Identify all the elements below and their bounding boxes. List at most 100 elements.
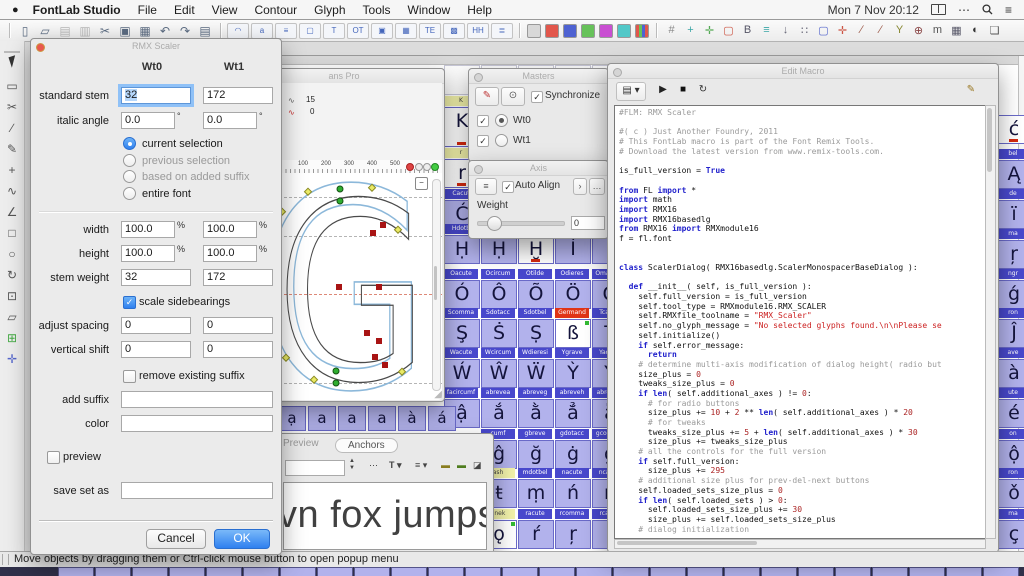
radio-previous-selection[interactable]: previous selection xyxy=(123,154,230,168)
glyph-name-header[interactable]: abrevea xyxy=(481,388,515,398)
ruler-button-icon[interactable] xyxy=(423,163,431,171)
glyph-cell[interactable]: Ṡ xyxy=(481,319,517,348)
save-icon[interactable]: ▤ xyxy=(55,24,75,38)
stem-weight-wt1-input[interactable]: 172 xyxy=(203,269,273,286)
menu-edit[interactable]: Edit xyxy=(174,3,195,17)
glyph-cell[interactable]: Õ xyxy=(518,280,554,309)
menu-app-name[interactable]: FontLab Studio xyxy=(33,3,121,17)
axis-menu-icon[interactable]: ≡ xyxy=(475,178,497,195)
copy-icon[interactable]: ▣ xyxy=(115,24,135,38)
scale-tool[interactable]: ⊡ xyxy=(3,287,21,305)
glyph-cell[interactable]: ń xyxy=(555,479,591,508)
edit-mask-icon[interactable]: ✎ xyxy=(475,87,499,106)
glyph-cell[interactable]: Ą xyxy=(996,160,1024,189)
weight-slider-thumb[interactable] xyxy=(487,216,502,231)
glyph-name-header[interactable]: Wcircum xyxy=(481,348,515,358)
glyph-name-header[interactable]: Ocircum xyxy=(481,269,515,279)
vertical-shift-wt1-input[interactable]: 0 xyxy=(203,341,273,358)
glyph-cell[interactable]: Ḥ xyxy=(481,235,517,264)
glyph-cell[interactable]: ắ xyxy=(481,399,517,428)
ellipse-tool[interactable]: ○ xyxy=(3,245,21,263)
glyph-cell[interactable]: ŗ xyxy=(555,520,591,549)
selection-box-icon[interactable]: ▢ xyxy=(719,24,738,37)
rotate-tool[interactable]: ↻ xyxy=(3,266,21,284)
measure-tool[interactable]: ∕ xyxy=(3,119,21,137)
code-horizontal-scrollbar[interactable] xyxy=(614,539,986,549)
glyph-cell[interactable]: Ĵ xyxy=(996,319,1024,348)
glyph-cell[interactable]: Ỳ xyxy=(555,359,591,388)
glyph-cell[interactable]: Ẃ xyxy=(444,359,480,388)
glyph-cell[interactable]: ġ xyxy=(555,440,591,469)
glyph-cell[interactable]: ğ xyxy=(518,440,554,469)
apple-menu-icon[interactable]: ● xyxy=(12,4,19,16)
preview-checkbox[interactable] xyxy=(47,451,60,464)
glyph-cell[interactable]: ộ xyxy=(996,440,1024,469)
width-wt0-input[interactable]: 100.0 xyxy=(121,221,175,238)
display-icon[interactable] xyxy=(931,4,946,15)
glyph-name-header[interactable]: facircumf xyxy=(444,388,478,398)
weight-value[interactable]: 0 xyxy=(571,216,605,230)
copy-box-icon[interactable]: ❏ xyxy=(985,24,1004,37)
print-icon[interactable]: ▤ xyxy=(195,24,215,38)
resize-grip[interactable]: ◢ xyxy=(434,389,442,400)
text-size-icon[interactable]: T ▾ xyxy=(389,460,402,471)
glyph-name-header[interactable]: ave xyxy=(996,348,1024,358)
wt1-radio[interactable] xyxy=(495,134,508,147)
glyph-cell[interactable]: ŗ xyxy=(996,240,1024,269)
guides-icon[interactable]: + xyxy=(681,24,700,37)
glyph-cell[interactable]: ŕ xyxy=(518,520,554,549)
glyph-cell[interactable]: a xyxy=(308,406,336,431)
glyph-cell[interactable]: ǒ xyxy=(996,479,1024,508)
preview-text-input[interactable] xyxy=(285,460,345,476)
frame-icon[interactable]: ▢ xyxy=(814,24,833,37)
glyph-cell[interactable]: ằ xyxy=(518,399,554,428)
curve-alt-icon[interactable]: ∕ xyxy=(871,24,890,37)
glyph-name-header[interactable]: ute xyxy=(996,388,1024,398)
masters-titlebar[interactable]: Masters xyxy=(469,69,608,84)
preview-panel[interactable]: Preview Anchors ▲▼ ⋯ T ▾ ≡ ▾ ▬ ▬ ◪ vn fo… xyxy=(276,433,494,555)
cut-icon[interactable]: ✂ xyxy=(95,24,115,38)
menu-contour[interactable]: Contour xyxy=(254,3,297,17)
panel-button-4[interactable]: ▢ xyxy=(299,23,321,39)
table-icon[interactable]: ▦ xyxy=(947,24,966,37)
add-tangent-tool[interactable]: ∠ xyxy=(3,203,21,221)
glyph-cell[interactable]: Ḥ xyxy=(444,235,480,264)
glyph-cell[interactable]: ṃ xyxy=(518,479,554,508)
auto-align-checkbox[interactable] xyxy=(502,181,514,193)
save-all-icon[interactable]: ▥ xyxy=(75,24,95,38)
glyph-name-header[interactable]: Sdotbel xyxy=(518,308,552,318)
tab-anchors[interactable]: Anchors xyxy=(335,438,398,453)
panel-button-9[interactable]: TE xyxy=(419,23,441,39)
glyph-cell[interactable]: ß xyxy=(555,319,591,348)
canvas-scrollbar[interactable] xyxy=(432,179,441,391)
standard-stem-wt1-input[interactable]: 172 xyxy=(203,87,273,104)
italic-angle-wt1-input[interactable]: 0.0 xyxy=(203,112,257,129)
stop-macro-icon[interactable]: ■ xyxy=(672,82,694,99)
glyph-name-header[interactable]: ma xyxy=(996,509,1024,519)
vertical-shift-wt0-input[interactable]: 0 xyxy=(121,341,191,358)
width-wt1-input[interactable]: 100.0 xyxy=(203,221,257,238)
glyph-name-header[interactable]: ron xyxy=(996,468,1024,478)
glyph-name-header[interactable]: ngr xyxy=(996,269,1024,279)
preview-text-area[interactable]: vn fox jumps xyxy=(283,482,487,550)
color-input[interactable] xyxy=(121,415,273,432)
axis-titlebar[interactable]: Axis xyxy=(469,161,608,176)
cross-icon[interactable]: ✛ xyxy=(833,24,852,37)
italic-angle-wt0-input[interactable]: 0.0 xyxy=(121,112,175,129)
glyph-cell[interactable]: à xyxy=(996,359,1024,388)
macro-titlebar[interactable]: Edit Macro xyxy=(608,64,998,79)
glyph-name-header[interactable]: Sdotacc xyxy=(481,308,515,318)
close-icon[interactable] xyxy=(613,68,622,77)
glyph-name-header[interactable]: rcomma xyxy=(555,509,589,519)
redo-icon[interactable]: ↷ xyxy=(175,24,195,38)
glyph-cell[interactable]: Ô xyxy=(481,280,517,309)
close-icon[interactable] xyxy=(474,73,483,82)
pen-tool[interactable]: ✎ xyxy=(3,140,21,158)
glyph-cell[interactable]: á xyxy=(428,406,456,431)
rectangle-tool[interactable]: □ xyxy=(3,224,21,242)
glyph-cell[interactable]: ẳ xyxy=(555,399,591,428)
glyph-name-header[interactable]: gdotacc xyxy=(555,429,589,439)
radio-based-on-added-suffix[interactable]: based on added suffix xyxy=(123,170,249,184)
glyph-cell[interactable]: ï xyxy=(996,200,1024,229)
wt0-visible-checkbox[interactable] xyxy=(477,115,489,127)
